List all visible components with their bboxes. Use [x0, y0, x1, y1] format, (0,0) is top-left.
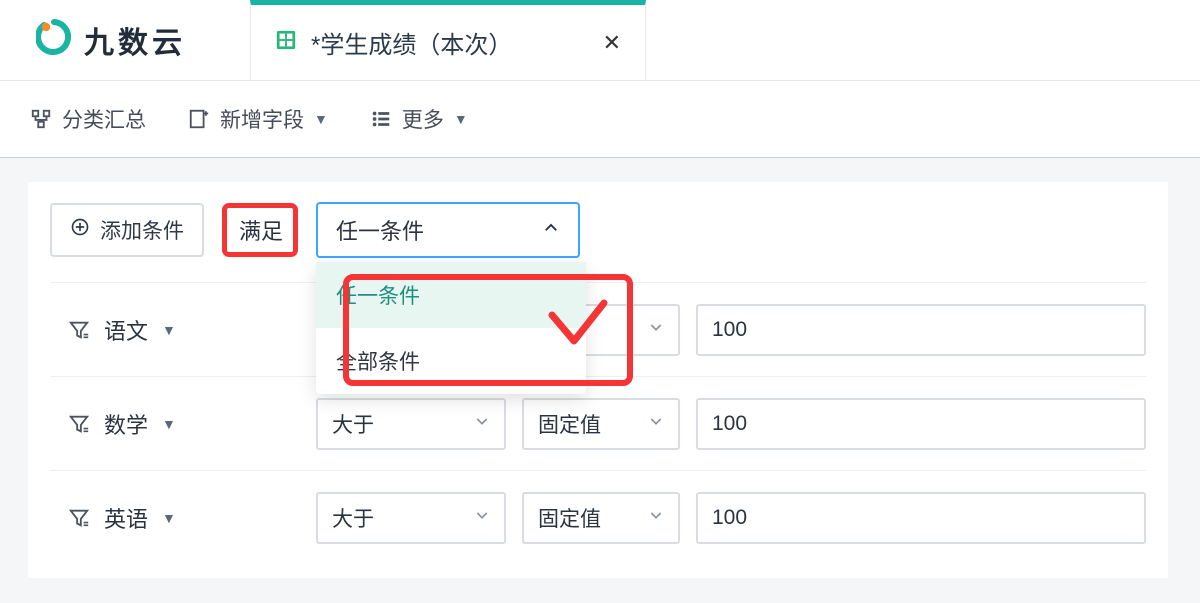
more-label: 更多 — [402, 104, 444, 134]
caret-down-icon: ▼ — [314, 111, 328, 127]
condition-rows: 语文 ▼ 定值 — [28, 282, 1168, 578]
add-condition-button[interactable]: 添加条件 — [50, 203, 204, 257]
dropdown-option-any[interactable]: 任一条件 — [316, 262, 586, 328]
group-summary-icon — [30, 108, 52, 130]
condition-mode-dropdown: 任一条件 全部条件 — [316, 262, 586, 394]
satisfy-label-text: 满足 — [239, 219, 283, 244]
filter-icon — [68, 319, 90, 341]
field-selector[interactable]: 数学 ▼ — [50, 408, 300, 440]
value-kind-select[interactable]: 固定值 — [522, 492, 680, 544]
condition-mode-select[interactable]: 任一条件 任一条件 全部条件 — [316, 202, 580, 258]
brand-name: 九数云 — [84, 18, 186, 62]
caret-down-icon: ▼ — [162, 510, 176, 526]
field-name: 数学 — [104, 408, 148, 440]
operator-label: 大于 — [332, 503, 374, 533]
tab-title: *学生成绩（本次） — [311, 25, 512, 60]
caret-down-icon: ▼ — [454, 111, 468, 127]
dropdown-option-label: 全部条件 — [336, 351, 420, 374]
field-selector[interactable]: 英语 ▼ — [50, 502, 300, 534]
add-field-button[interactable]: 新增字段 ▼ — [188, 104, 328, 134]
dropdown-option-all[interactable]: 全部条件 — [316, 328, 586, 394]
tab-student-grades[interactable]: *学生成绩（本次） ✕ — [250, 0, 646, 80]
caret-down-icon: ▼ — [162, 416, 176, 432]
value-kind-label: 固定值 — [538, 503, 601, 533]
group-summary-button[interactable]: 分类汇总 — [30, 104, 146, 134]
caret-down-icon: ▼ — [162, 322, 176, 338]
field-selector[interactable]: 语文 ▼ — [50, 314, 300, 346]
brand: 九数云 — [0, 0, 250, 80]
brand-logo-icon — [36, 19, 72, 61]
list-icon — [370, 108, 392, 130]
condition-row: 数学 ▼ 大于 固定值 — [50, 376, 1146, 470]
spreadsheet-icon — [275, 29, 297, 57]
chevron-down-icon — [648, 413, 664, 434]
condition-mode-selected: 任一条件 — [336, 214, 424, 246]
canvas: 添加条件 满足 任一条件 任一条件 全部条件 — [0, 158, 1200, 603]
chevron-down-icon — [648, 507, 664, 528]
operator-select[interactable]: 大于 — [316, 398, 506, 450]
add-field-label: 新增字段 — [220, 104, 304, 134]
value-input[interactable] — [696, 398, 1146, 450]
operator-select[interactable]: 大于 — [316, 492, 506, 544]
filter-icon — [68, 507, 90, 529]
plus-circle-icon — [70, 217, 90, 243]
value-input[interactable] — [696, 304, 1146, 356]
conditions-panel: 添加条件 满足 任一条件 任一条件 全部条件 — [28, 182, 1168, 578]
close-icon[interactable]: ✕ — [603, 30, 621, 56]
satisfy-label: 满足 — [222, 203, 298, 257]
value-input[interactable] — [696, 492, 1146, 544]
value-kind-select[interactable]: 固定值 — [522, 398, 680, 450]
toolbar: 分类汇总 新增字段 ▼ 更多 ▼ — [0, 80, 1200, 158]
field-name: 语文 — [104, 314, 148, 346]
condition-row: 英语 ▼ 大于 固定值 — [50, 470, 1146, 564]
field-name: 英语 — [104, 502, 148, 534]
dropdown-option-label: 任一条件 — [336, 285, 420, 308]
chevron-down-icon — [648, 319, 664, 340]
more-button[interactable]: 更多 ▼ — [370, 104, 468, 134]
add-condition-label: 添加条件 — [100, 215, 184, 245]
condition-row: 语文 ▼ 定值 — [50, 282, 1146, 376]
add-field-icon — [188, 108, 210, 130]
value-kind-label: 固定值 — [538, 409, 601, 439]
chevron-up-icon — [542, 219, 560, 242]
conditions-header: 添加条件 满足 任一条件 任一条件 全部条件 — [28, 182, 1168, 276]
filter-icon — [68, 413, 90, 435]
operator-label: 大于 — [332, 409, 374, 439]
header-bar: 九数云 *学生成绩（本次） ✕ — [0, 0, 1200, 80]
chevron-down-icon — [474, 413, 490, 434]
chevron-down-icon — [474, 507, 490, 528]
group-summary-label: 分类汇总 — [62, 104, 146, 134]
